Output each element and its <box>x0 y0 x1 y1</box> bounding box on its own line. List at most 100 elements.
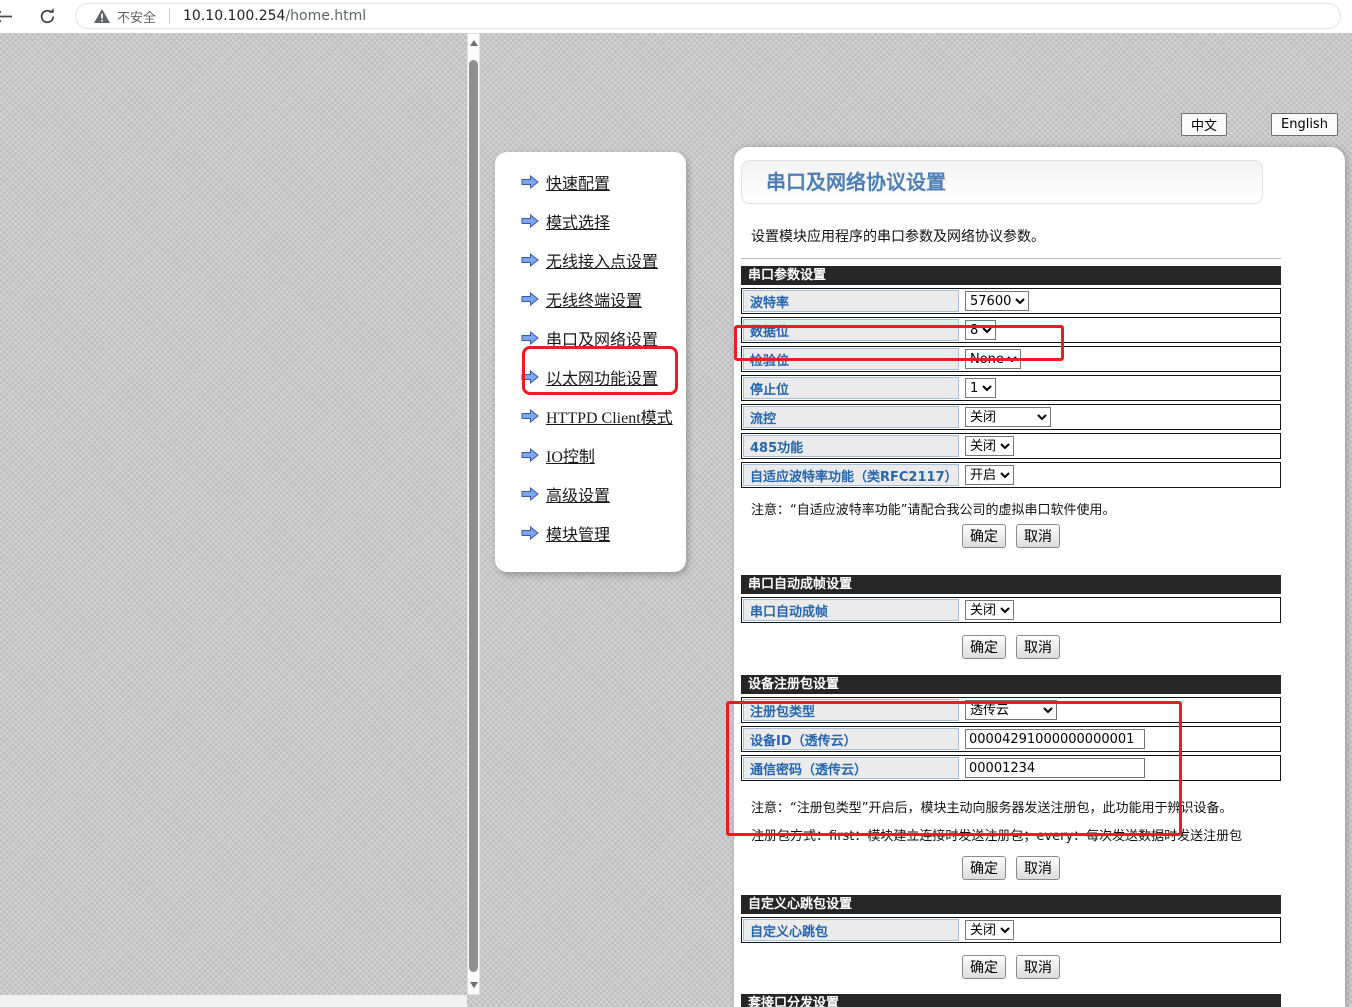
setting-value-cell: 8 <box>960 318 1280 342</box>
refresh-icon[interactable] <box>38 7 57 30</box>
setting-row: 485功能关闭 <box>741 433 1281 459</box>
setting-value-cell: None <box>960 347 1280 371</box>
url-host: 10.10.100.254 <box>183 8 285 24</box>
sidebar-item-2[interactable]: 模式选择 <box>521 210 686 232</box>
setting-row: 自适应波特率功能（类RFC2117） 开启 <box>741 462 1281 488</box>
cancel-button[interactable]: 取消 <box>1016 955 1060 979</box>
section-socket: 套接口分发设置 <box>741 994 1281 1007</box>
sidebar-item-label: 无线终端设置 <box>546 287 642 311</box>
ok-button[interactable]: 确定 <box>962 856 1006 880</box>
language-english-button[interactable]: English <box>1271 113 1338 136</box>
url-path: /home.html <box>285 8 366 24</box>
setting-row: 自定义心跳包关闭 <box>741 917 1281 943</box>
setting-label: 停止位 <box>743 377 959 399</box>
blue-right-arrow-icon <box>521 253 539 267</box>
scroll-down-icon[interactable] <box>470 982 478 988</box>
settings-sections: 串口参数设置波特率57600数据位8检验位None停止位1流控关闭485功能关闭… <box>741 266 1288 1007</box>
sidebar-item-label: 高级设置 <box>546 482 610 506</box>
sidebar-item-label: 模式选择 <box>546 209 610 233</box>
section-autoframe: 串口自动成帧设置串口自动成帧关闭确定取消 <box>741 575 1281 659</box>
back-icon[interactable] <box>0 9 13 28</box>
insecure-warning-icon[interactable] <box>94 9 110 23</box>
setting-label: 自适应波特率功能（类RFC2117） <box>743 464 959 486</box>
setting-row: 通信密码（透传云） <box>741 755 1281 781</box>
left-frame-bottom-strip <box>0 995 467 1007</box>
note-text: 注意：“自适应波特率功能”请配合我公司的虚拟串口软件使用。 <box>741 499 1281 518</box>
section-header: 设备注册包设置 <box>741 675 1281 694</box>
setting-select[interactable]: 关闭 <box>965 920 1014 940</box>
section-heartbeat: 自定义心跳包设置自定义心跳包关闭确定取消 <box>741 895 1281 979</box>
ok-button[interactable]: 确定 <box>962 524 1006 548</box>
setting-input[interactable] <box>965 729 1145 749</box>
setting-row: 数据位 8 <box>741 317 1281 343</box>
sidebar-item-10[interactable]: 模块管理 <box>521 522 686 544</box>
blue-right-arrow-icon <box>521 487 539 501</box>
address-bar[interactable]: 不安全 10.10.100.254 /home.html <box>75 3 1341 29</box>
blue-right-arrow-icon <box>521 448 539 462</box>
ok-button[interactable]: 确定 <box>962 635 1006 659</box>
scroll-up-icon[interactable] <box>470 40 478 46</box>
ok-button[interactable]: 确定 <box>962 955 1006 979</box>
setting-select[interactable]: 8 <box>965 320 996 340</box>
setting-row: 串口自动成帧关闭 <box>741 597 1281 623</box>
setting-value-cell: 关闭 <box>960 405 1280 429</box>
blue-right-arrow-icon <box>521 292 539 306</box>
sidebar-item-8[interactable]: IO控制 <box>521 444 686 466</box>
setting-row: 检验位 None <box>741 346 1281 372</box>
setting-row: 波特率57600 <box>741 288 1281 314</box>
setting-select[interactable]: 开启 <box>965 465 1014 485</box>
section-regpkt: 设备注册包设置注册包类型透传云设备ID（透传云）通信密码（透传云）注意：“注册包… <box>741 675 1281 880</box>
setting-input[interactable] <box>965 758 1145 778</box>
setting-select[interactable]: 1 <box>965 378 996 398</box>
setting-label: 检验位 <box>743 348 959 370</box>
left-frame-scrollbar[interactable] <box>467 33 480 995</box>
setting-value-cell <box>960 756 1280 780</box>
button-row: 确定取消 <box>741 524 1281 548</box>
setting-label: 串口自动成帧 <box>743 599 959 621</box>
address-separator <box>169 8 170 24</box>
sidebar-item-9[interactable]: 高级设置 <box>521 483 686 505</box>
sidebar-item-7[interactable]: HTTPD Client模式 <box>521 405 686 427</box>
page-description: 设置模块应用程序的串口参数及网络协议参数。 <box>751 226 1288 246</box>
main-content: 串口及网络协议设置 设置模块应用程序的串口参数及网络协议参数。 串口参数设置波特… <box>741 147 1288 1007</box>
insecure-label: 不安全 <box>117 7 156 26</box>
section-header: 套接口分发设置 <box>741 994 1281 1007</box>
sidebar-item-3[interactable]: 无线接入点设置 <box>521 249 686 271</box>
sidebar-item-6[interactable]: 以太网功能设置 <box>521 366 686 388</box>
section-uart: 串口参数设置波特率57600数据位8检验位None停止位1流控关闭485功能关闭… <box>741 266 1281 548</box>
sidebar-item-5[interactable]: 串口及网络设置 <box>521 327 686 349</box>
cancel-button[interactable]: 取消 <box>1016 856 1060 880</box>
setting-label: 自定义心跳包 <box>743 919 959 941</box>
setting-label: 通信密码（透传云） <box>743 757 959 779</box>
main-panel: 串口及网络协议设置 设置模块应用程序的串口参数及网络协议参数。 串口参数设置波特… <box>734 147 1345 1007</box>
setting-select[interactable]: None <box>965 349 1021 369</box>
setting-select[interactable]: 关闭 <box>965 407 1051 427</box>
setting-row: 流控关闭 <box>741 404 1281 430</box>
button-row: 确定取消 <box>741 955 1281 979</box>
cancel-button[interactable]: 取消 <box>1016 635 1060 659</box>
blue-right-arrow-icon <box>521 409 539 423</box>
setting-select[interactable]: 透传云 <box>965 700 1057 720</box>
setting-value-cell: 关闭 <box>960 918 1280 942</box>
setting-label: 注册包类型 <box>743 699 959 721</box>
cancel-button[interactable]: 取消 <box>1016 524 1060 548</box>
language-chinese-button[interactable]: 中文 <box>1181 113 1227 136</box>
setting-select[interactable]: 关闭 <box>965 600 1014 620</box>
sidebar-item-label: 快速配置 <box>546 170 610 194</box>
sidebar-item-1[interactable]: 快速配置 <box>521 171 686 193</box>
button-row: 确定取消 <box>741 635 1281 659</box>
sidebar-item-4[interactable]: 无线终端设置 <box>521 288 686 310</box>
sidebar-item-label: 无线接入点设置 <box>546 248 658 272</box>
scrollbar-thumb[interactable] <box>469 60 478 972</box>
setting-value-cell: 透传云 <box>960 698 1280 722</box>
setting-label: 数据位 <box>743 319 959 341</box>
setting-select[interactable]: 57600 <box>965 291 1029 311</box>
section-header: 自定义心跳包设置 <box>741 895 1281 914</box>
divider <box>741 258 1281 259</box>
setting-value-cell: 57600 <box>960 289 1280 313</box>
note-text: 注册包方式：first：模块建立连接时发送注册包；every：每次发送数据时发送… <box>741 825 1281 844</box>
setting-select[interactable]: 关闭 <box>965 436 1014 456</box>
sidebar-item-label: HTTPD Client模式 <box>546 404 673 428</box>
note-text: 注意：“注册包类型”开启后，模块主动向服务器发送注册包，此功能用于辨识设备。 <box>741 797 1281 816</box>
sidebar-menu: 快速配置 模式选择 无线接入点设置 无线终端设置 串口及网络设置 以太网功能设置 <box>495 152 686 572</box>
